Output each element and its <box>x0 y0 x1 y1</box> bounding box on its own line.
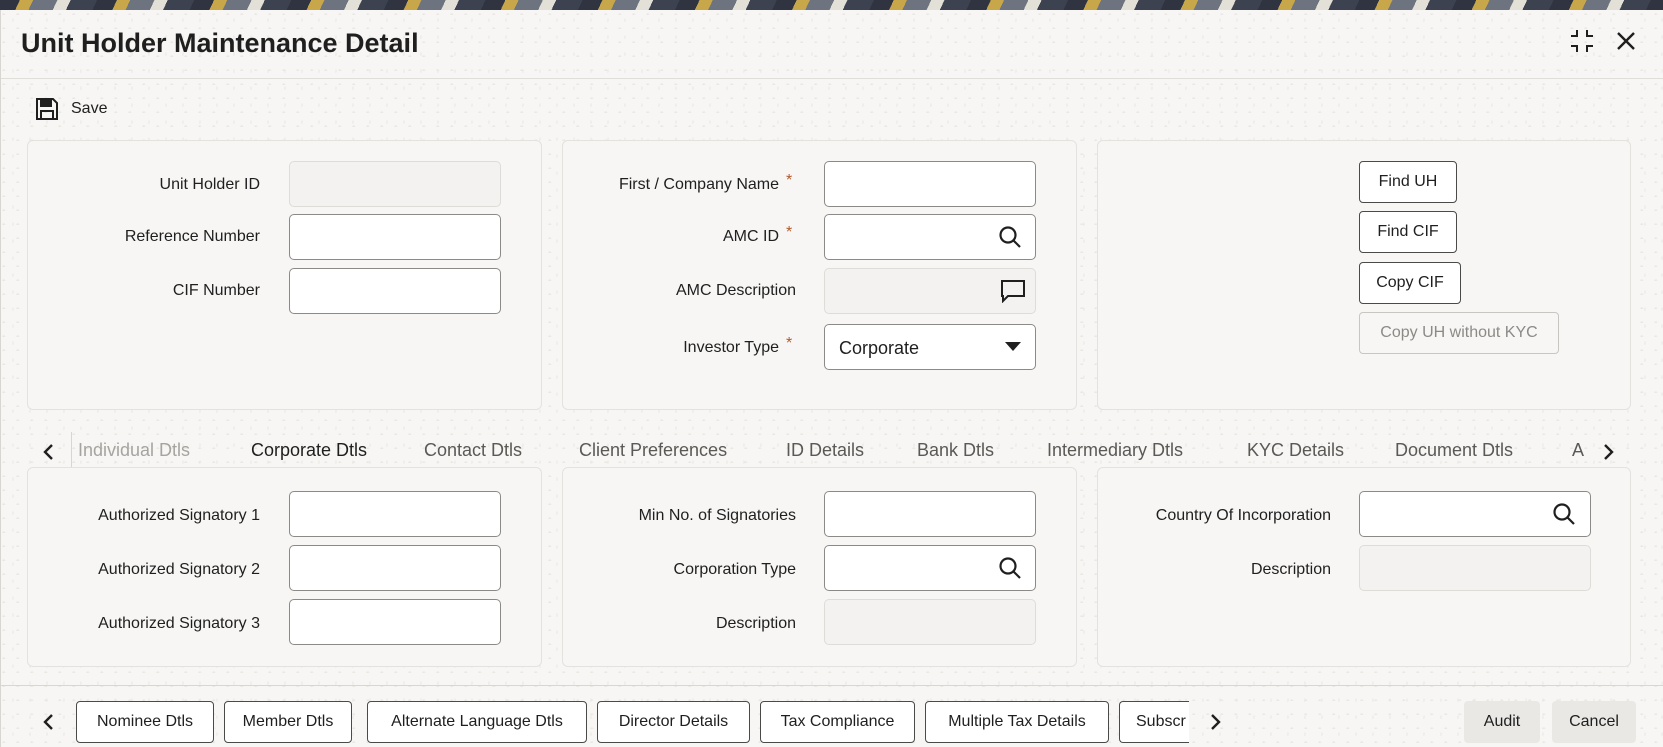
search-icon[interactable] <box>996 554 1024 582</box>
unit-holder-id-label: Unit Holder ID <box>159 176 260 193</box>
find-uh-button[interactable]: Find UH <box>1359 161 1457 203</box>
save-label: Save <box>71 100 108 117</box>
corporation-description-field <box>824 599 1036 645</box>
copy-uh-without-kyc-button[interactable]: Copy UH without KYC <box>1359 312 1559 354</box>
investor-type-value: Corporate <box>839 338 920 358</box>
required-indicator: * <box>786 335 793 352</box>
authorized-signatory-3-field[interactable] <box>289 599 501 645</box>
first-company-name-label: First / Company Name <box>618 176 779 193</box>
tabs-scroll-right-icon[interactable] <box>1598 441 1620 463</box>
tabs-divider <box>71 432 72 468</box>
investor-type-label: Investor Type <box>683 339 779 356</box>
country-description-label: Description <box>1250 561 1331 578</box>
subscription-button[interactable]: Subscr <box>1119 701 1189 743</box>
search-icon[interactable] <box>996 223 1024 251</box>
required-indicator: * <box>786 172 793 189</box>
unit-holder-id-field <box>289 161 501 207</box>
tab-contact-dtls[interactable]: Contact Dtls <box>424 440 522 461</box>
amc-id-label: AMC ID <box>723 228 779 245</box>
cancel-button[interactable]: Cancel <box>1552 701 1636 743</box>
page-title: Unit Holder Maintenance Detail <box>21 28 419 58</box>
corporation-description-label: Description <box>715 615 796 632</box>
decorative-banner <box>0 0 1663 10</box>
tab-intermediary-dtls[interactable]: Intermediary Dtls <box>1047 440 1183 461</box>
tab-client-preferences[interactable]: Client Preferences <box>579 440 727 461</box>
required-indicator: * <box>786 224 793 241</box>
copy-cif-button[interactable]: Copy CIF <box>1359 262 1461 304</box>
floppy-disk-icon <box>36 98 58 120</box>
maximize-icon[interactable] <box>1567 26 1597 56</box>
first-company-name-field[interactable] <box>824 161 1036 207</box>
authorized-signatory-1-label: Authorized Signatory 1 <box>98 507 260 524</box>
member-dtls-button[interactable]: Member Dtls <box>224 701 352 743</box>
footer-scroll-left-icon[interactable] <box>37 711 59 733</box>
tax-compliance-button[interactable]: Tax Compliance <box>760 701 915 743</box>
reference-number-label: Reference Number <box>124 228 260 245</box>
country-description-field <box>1359 545 1591 591</box>
cif-number-label: CIF Number <box>172 282 260 299</box>
tab-truncated[interactable]: A <box>1572 440 1584 461</box>
reference-number-field[interactable] <box>289 214 501 260</box>
tab-corporate-dtls[interactable]: Corporate Dtls <box>251 440 367 461</box>
chevron-down-icon <box>1005 342 1021 351</box>
amc-description-label: AMC Description <box>675 282 796 299</box>
authorized-signatory-1-field[interactable] <box>289 491 501 537</box>
main-window: Unit Holder Maintenance Detail Save Unit… <box>0 10 1663 747</box>
min-signatories-field[interactable] <box>824 491 1036 537</box>
authorized-signatory-2-field[interactable] <box>289 545 501 591</box>
tabs-scroll-left-icon[interactable] <box>37 441 59 463</box>
investor-type-select[interactable]: Corporate <box>824 324 1036 370</box>
min-signatories-label: Min No. of Signatories <box>638 507 796 524</box>
search-icon[interactable] <box>1550 500 1578 528</box>
alternate-language-dtls-button[interactable]: Alternate Language Dtls <box>367 701 587 743</box>
title-divider <box>1 78 1663 79</box>
multiple-tax-details-button[interactable]: Multiple Tax Details <box>925 701 1109 743</box>
corporation-type-label: Corporation Type <box>673 561 796 578</box>
find-cif-button[interactable]: Find CIF <box>1359 211 1457 253</box>
footer-scroll-right-icon[interactable] <box>1205 711 1227 733</box>
tab-kyc-details[interactable]: KYC Details <box>1247 440 1344 461</box>
tab-document-dtls[interactable]: Document Dtls <box>1395 440 1513 461</box>
nominee-dtls-button[interactable]: Nominee Dtls <box>76 701 214 743</box>
country-of-incorporation-label: Country Of Incorporation <box>1155 507 1331 524</box>
director-details-button[interactable]: Director Details <box>597 701 750 743</box>
tab-individual-dtls[interactable]: Individual Dtls <box>78 440 190 461</box>
tab-bank-dtls[interactable]: Bank Dtls <box>917 440 994 461</box>
close-icon[interactable] <box>1611 26 1641 56</box>
comment-icon[interactable] <box>999 277 1027 305</box>
audit-button[interactable]: Audit <box>1464 701 1540 743</box>
footer-divider <box>1 685 1663 686</box>
save-button[interactable]: Save <box>35 95 107 123</box>
authorized-signatory-2-label: Authorized Signatory 2 <box>98 561 260 578</box>
tab-id-details[interactable]: ID Details <box>786 440 864 461</box>
cif-number-field[interactable] <box>289 268 501 314</box>
authorized-signatory-3-label: Authorized Signatory 3 <box>98 615 260 632</box>
